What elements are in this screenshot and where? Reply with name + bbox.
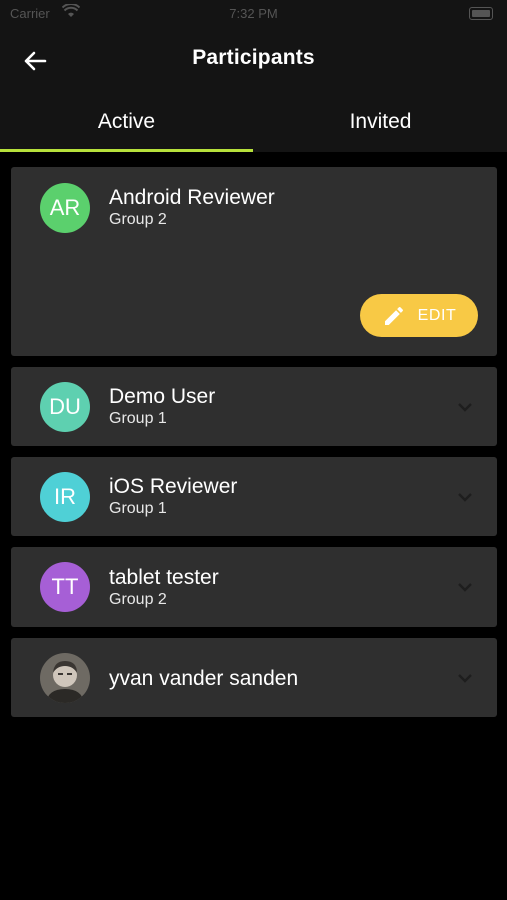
participant-card[interactable]: yvan vander sanden (11, 638, 497, 717)
participant-group: Group 1 (109, 410, 167, 427)
participant-group: Group 1 (109, 500, 167, 517)
page-title: Participants (192, 46, 315, 69)
status-bar: Carrier 7:32 PM (0, 0, 507, 28)
avatar: TT (40, 562, 90, 612)
chevron-down-icon[interactable] (457, 492, 473, 502)
participant-group: Group 2 (109, 211, 167, 228)
participant-name: iOS Reviewer (109, 475, 238, 498)
participant-card[interactable]: DU Demo User Group 1 (11, 367, 497, 446)
pencil-icon (384, 306, 403, 325)
participant-group: Group 2 (109, 591, 167, 608)
person-photo-icon (40, 653, 90, 703)
tab-invited[interactable]: Invited (254, 100, 507, 152)
avatar-photo (40, 653, 90, 703)
participant-card[interactable]: AR Android Reviewer Group 2 EDIT (11, 167, 497, 356)
chevron-down-icon[interactable] (457, 582, 473, 592)
participant-name: yvan vander sanden (109, 667, 299, 690)
app-header: Carrier 7:32 PM Participants Active Invi… (0, 0, 507, 152)
chevron-down-icon[interactable] (457, 402, 473, 412)
edit-label: EDIT (417, 306, 457, 324)
edit-button[interactable]: EDIT (360, 294, 478, 337)
avatar: AR (40, 183, 90, 233)
tab-active[interactable]: Active (0, 100, 253, 152)
status-time: 7:32 PM (229, 6, 278, 21)
avatar: DU (40, 382, 90, 432)
battery-icon (469, 7, 493, 20)
avatar: IR (40, 472, 90, 522)
participant-name: Android Reviewer (109, 186, 275, 209)
participant-name: Demo User (109, 385, 216, 408)
participant-name: tablet tester (109, 566, 219, 589)
participant-card[interactable]: TT tablet tester Group 2 (11, 547, 497, 627)
participant-card[interactable]: IR iOS Reviewer Group 1 (11, 457, 497, 536)
chevron-down-icon[interactable] (457, 673, 473, 683)
